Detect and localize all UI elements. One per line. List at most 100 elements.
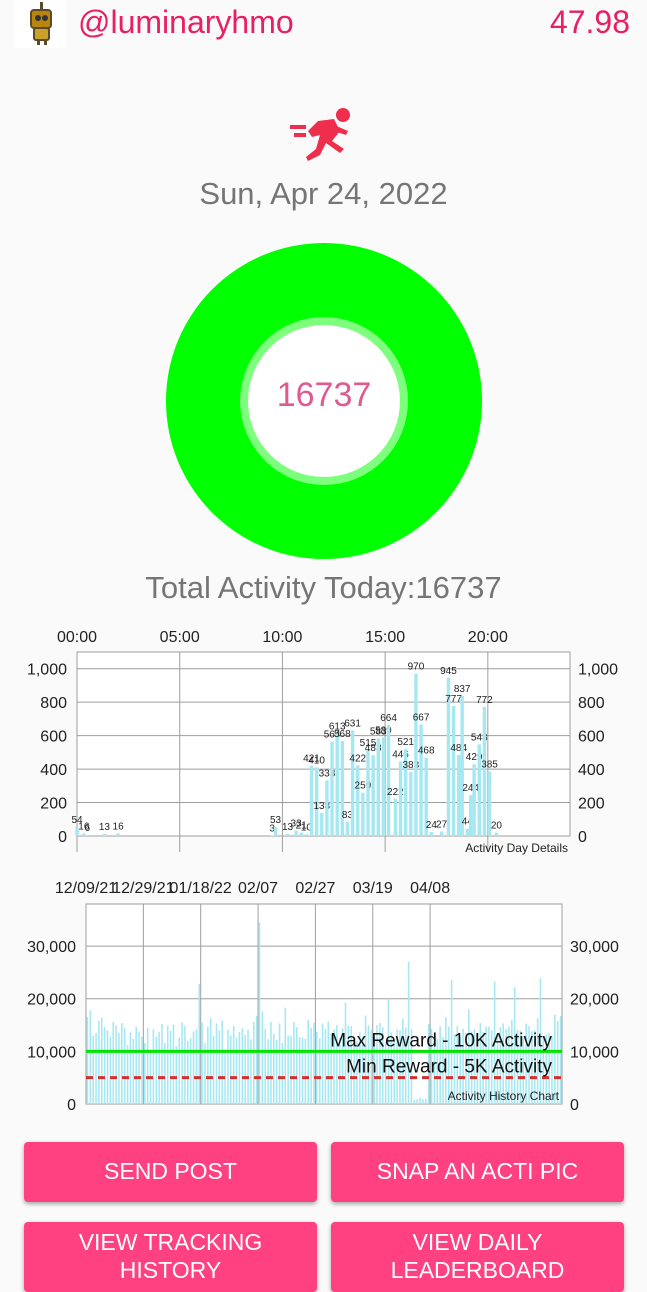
day-bar: [393, 798, 398, 836]
day-bar: [429, 831, 434, 836]
day-y-tick-left: 200: [40, 796, 67, 813]
history-bar: [112, 1021, 115, 1104]
history-bar: [126, 1045, 129, 1104]
history-bar: [207, 1026, 209, 1104]
history-bar: [559, 1015, 562, 1104]
day-bar-label: 468: [418, 746, 435, 757]
history-bar: [109, 1036, 112, 1104]
day-bar: [320, 812, 324, 836]
history-bar: [103, 1027, 106, 1104]
history-bar: [129, 1032, 132, 1104]
day-y-tick-left: 400: [40, 762, 67, 779]
history-bar: [327, 1021, 330, 1104]
day-bar: [477, 744, 481, 836]
day-x-tick-label: 15:00: [365, 629, 405, 646]
total-activity-label: Total Activity Today:16737: [145, 570, 502, 605]
day-bar-label: 667: [413, 712, 430, 723]
day-bar-label: 945: [440, 666, 457, 677]
history-bar: [413, 1099, 416, 1104]
day-bar: [85, 834, 89, 836]
history-y-tick-right: 10,000: [570, 1044, 619, 1061]
history-bar: [121, 1022, 123, 1104]
history-bar: [230, 1035, 232, 1104]
day-bar-label: 27: [436, 819, 448, 830]
view-tracking-history-button[interactable]: VIEW TRACKING HISTORY: [24, 1222, 317, 1292]
day-bar: [457, 755, 461, 836]
history-bar: [89, 1010, 92, 1104]
history-x-tick-label: 04/08: [410, 880, 450, 897]
snap-acti-pic-button[interactable]: SNAP AN ACTI PIC: [331, 1142, 624, 1202]
day-bar-label: 244: [462, 783, 479, 794]
history-bar: [316, 1031, 318, 1104]
send-post-label: SEND POST: [104, 1158, 237, 1185]
history-bar: [95, 1032, 97, 1104]
history-bar: [86, 1017, 89, 1104]
day-bar-label: 568: [334, 729, 351, 740]
history-chart-title: Activity History Chart: [448, 1089, 560, 1103]
history-bar: [295, 1027, 298, 1104]
history-bar: [98, 1020, 100, 1104]
history-bar: [172, 1024, 175, 1104]
history-bar: [284, 1007, 287, 1104]
history-y-tick-right: 30,000: [570, 939, 619, 956]
day-bar-label: 53: [270, 815, 282, 826]
history-bar: [181, 1022, 183, 1104]
activity-history-chart[interactable]: 0 0 10,000 10,000 20,000 20,000 30,000 30,000 12…: [0, 874, 647, 1114]
history-bar: [175, 1046, 178, 1104]
view-daily-leaderboard-button[interactable]: VIEW DAILY LEADERBOARD: [331, 1222, 624, 1292]
history-bar: [209, 1018, 212, 1104]
day-y-tick-left: 0: [58, 829, 67, 846]
history-bar: [273, 1033, 275, 1104]
history-bar: [419, 1097, 421, 1104]
day-bar: [270, 835, 274, 836]
day-y-tick-right: 200: [578, 796, 605, 813]
history-bar: [324, 1029, 327, 1104]
history-bar: [290, 1035, 292, 1104]
view-daily-label-line1: VIEW DAILY: [412, 1229, 543, 1256]
history-x-tick-label: 03/19: [353, 880, 393, 897]
day-bar: [340, 740, 345, 836]
history-bar: [166, 1025, 169, 1104]
history-bar: [201, 1022, 203, 1104]
day-bar-label: 20: [491, 821, 503, 832]
history-bar: [123, 1028, 126, 1104]
day-y-tick-right: 0: [578, 829, 587, 846]
history-bar: [244, 1035, 246, 1104]
history-bar: [344, 1002, 347, 1104]
day-bar: [116, 833, 120, 836]
history-x-tick-label: 12/09/21: [55, 880, 117, 897]
history-bar: [310, 1027, 312, 1104]
history-bar: [321, 1023, 324, 1104]
history-bar: [215, 1023, 218, 1104]
ring-activity-value: 16737: [276, 376, 372, 414]
history-bar: [146, 1027, 149, 1104]
day-y-tick-right: 1,000: [578, 662, 618, 679]
app-header: @luminaryhmo 47.98: [0, 0, 647, 48]
history-bar: [287, 1035, 289, 1104]
history-bar: [422, 1099, 424, 1104]
day-bar-label: 970: [408, 662, 425, 673]
history-bar: [318, 1038, 321, 1104]
history-bar: [100, 1017, 103, 1104]
history-bar: [138, 1031, 140, 1104]
send-post-button[interactable]: SEND POST: [24, 1142, 317, 1202]
history-bar: [195, 1029, 198, 1104]
history-bar: [132, 1038, 135, 1104]
day-bar-label: 631: [344, 718, 361, 729]
day-bar: [460, 695, 464, 836]
activity-day-chart[interactable]: 0 0 200 200 400 400 600 600 800 800 1,000 1,000 00:0…: [0, 622, 647, 860]
day-x-tick-label: 05:00: [160, 629, 200, 646]
day-bar: [465, 828, 470, 836]
day-bar: [472, 764, 476, 836]
history-bar: [293, 1021, 295, 1104]
history-bar: [275, 1039, 278, 1104]
day-y-tick-right: 600: [578, 729, 605, 746]
history-bar: [416, 1099, 418, 1104]
day-bar-label: 385: [481, 760, 498, 771]
day-y-tick-right: 800: [578, 695, 605, 712]
history-bar: [313, 1022, 315, 1104]
history-bar: [184, 1026, 186, 1104]
robot-avatar-icon[interactable]: [14, 0, 66, 48]
day-bar-label: 521: [397, 737, 414, 748]
day-bar: [469, 795, 473, 836]
